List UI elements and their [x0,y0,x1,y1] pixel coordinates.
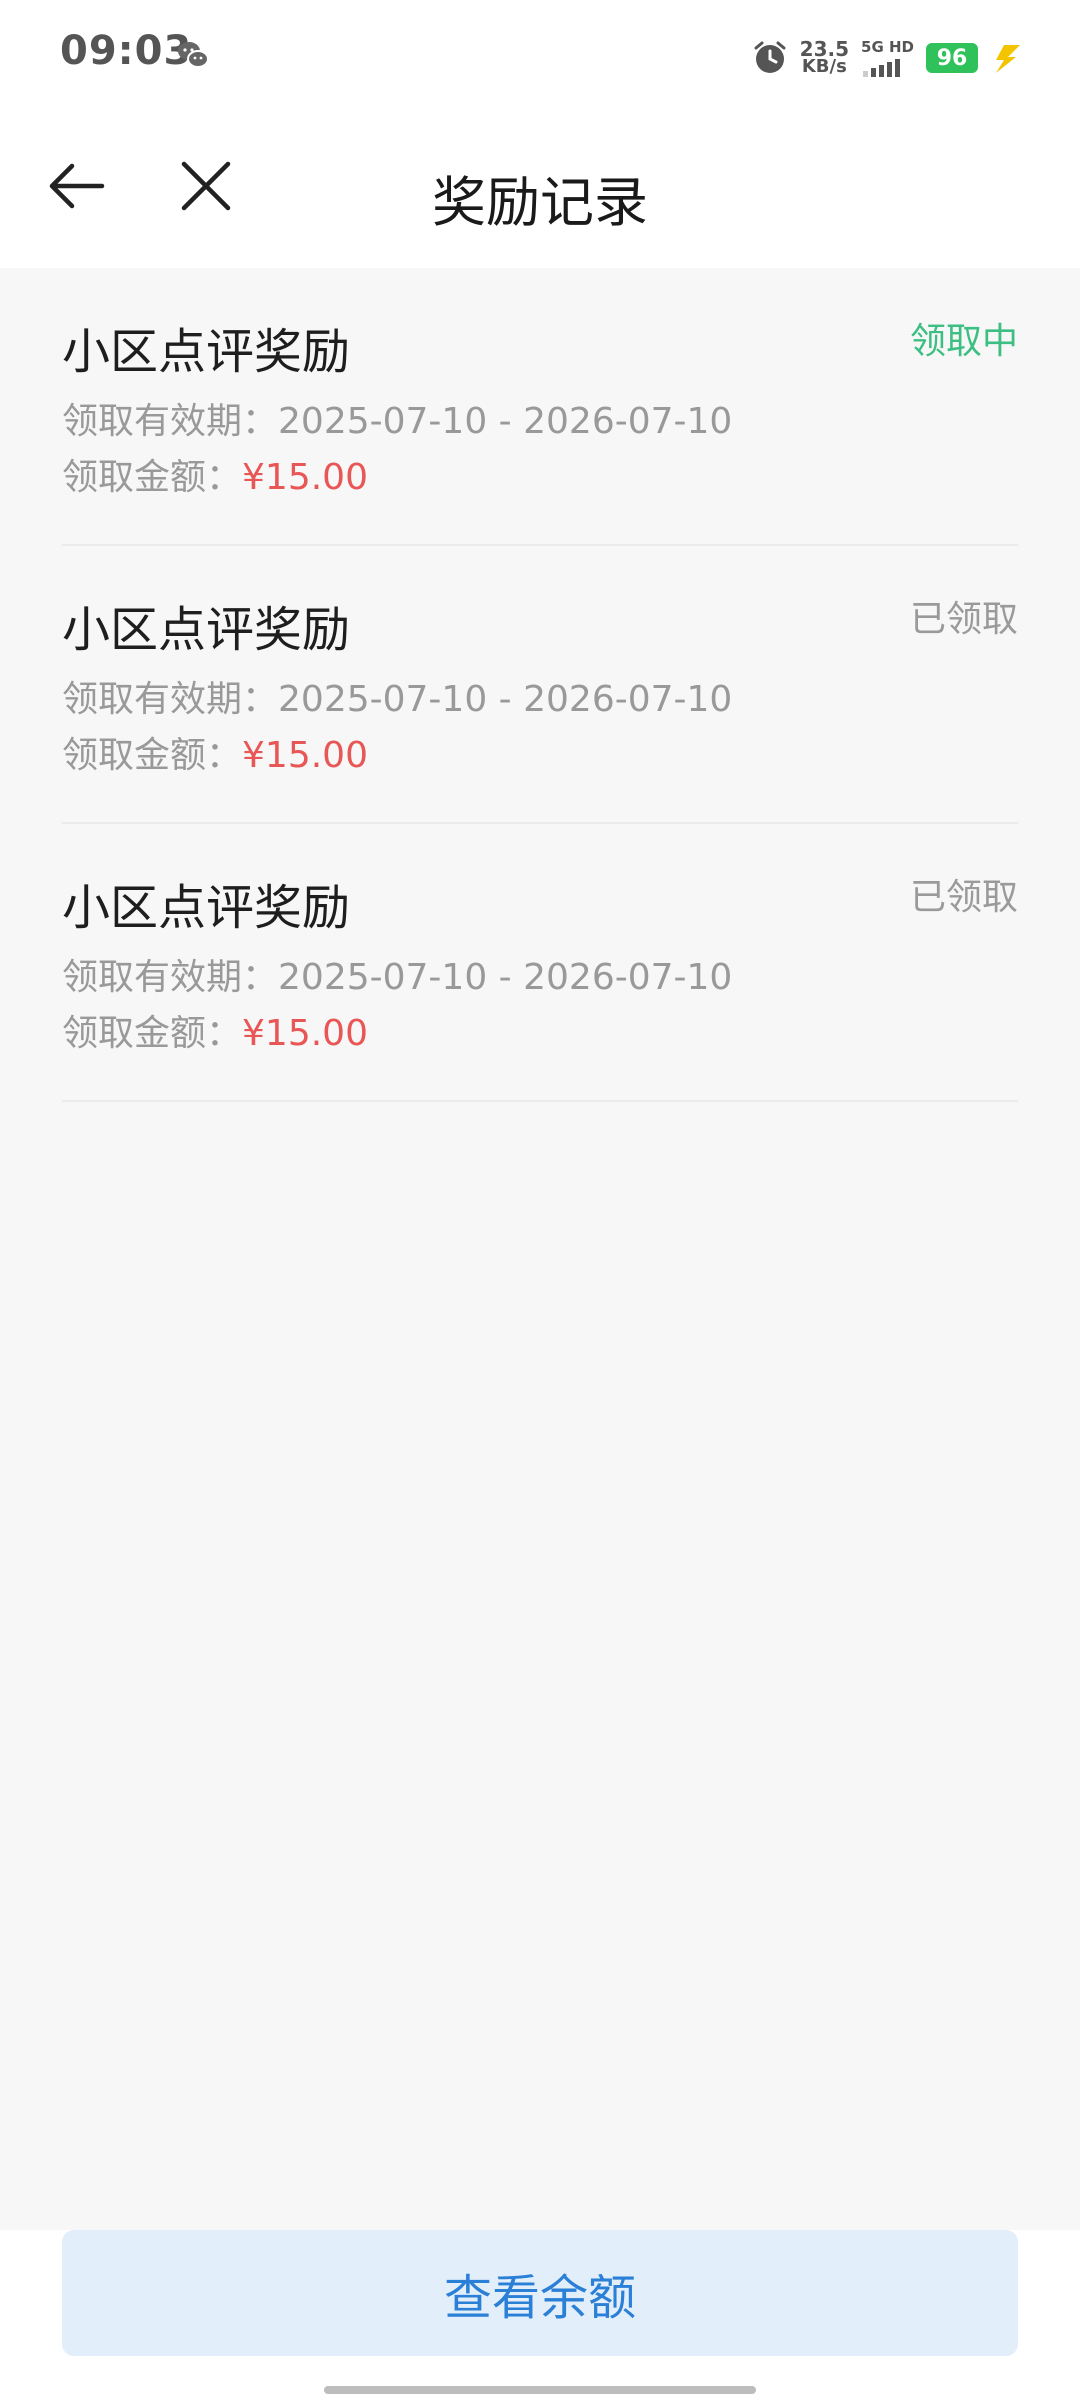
wechat-icon [178,42,209,68]
validity-value: 2025-07-10 - 2026-07-10 [278,679,733,720]
nav-bar: 奖励记录 [0,110,1080,269]
reward-record[interactable]: 小区点评奖励 已领取 领取有效期：2025-07-10 - 2026-07-10… [62,546,1018,824]
record-title: 小区点评奖励 [62,602,351,658]
network-label: 5G HD [861,38,914,56]
validity-value: 2025-07-10 - 2026-07-10 [278,401,733,442]
record-amount: 领取金额：¥15.00 [62,1004,368,1056]
amount-value: ¥15.00 [242,735,368,776]
record-validity: 领取有效期：2025-07-10 - 2026-07-10 [62,670,732,722]
network-indicator: 5G HD [861,39,914,77]
record-title: 小区点评奖励 [62,324,351,380]
status-time: 09:03 [60,28,193,74]
record-status: 已领取 [909,877,1018,918]
record-status: 领取中 [909,321,1018,362]
record-title: 小区点评奖励 [62,880,351,936]
reward-record[interactable]: 小区点评奖励 领取中 领取有效期：2025-07-10 - 2026-07-10… [62,268,1018,546]
record-amount: 领取金额：¥15.00 [62,726,368,778]
network-speed-unit: KB/s [801,56,847,77]
status-icons: 23.5 KB/s 5G HD 96 [752,30,1024,86]
validity-label: 领取有效期： [62,957,279,998]
network-speed: 23.5 KB/s [800,39,849,77]
amount-value: ¥15.00 [242,457,368,498]
record-status: 已领取 [909,599,1018,640]
record-validity: 领取有效期：2025-07-10 - 2026-07-10 [62,948,732,1000]
records-list: 小区点评奖励 领取中 领取有效期：2025-07-10 - 2026-07-10… [0,268,1080,2230]
amount-value: ¥15.00 [242,1013,368,1054]
record-amount: 领取金额：¥15.00 [62,448,368,500]
amount-label: 领取金额： [62,1013,243,1054]
validity-label: 领取有效期： [62,401,279,442]
view-balance-button[interactable]: 查看余额 [62,2230,1018,2356]
reward-record[interactable]: 小区点评奖励 已领取 领取有效期：2025-07-10 - 2026-07-10… [62,824,1018,1102]
validity-value: 2025-07-10 - 2026-07-10 [278,957,733,998]
signal-icon [863,59,901,77]
status-bar: 09:03 23.5 KB/s 5G HD 96 [0,0,1080,110]
page-title: 奖励记录 [432,171,648,234]
amount-label: 领取金额： [62,457,243,498]
record-validity: 领取有效期：2025-07-10 - 2026-07-10 [62,392,732,444]
alarm-icon [754,41,786,73]
amount-label: 领取金额： [62,735,243,776]
bottom-bar: 查看余额 [0,2230,1080,2400]
home-indicator[interactable] [324,2386,756,2394]
validity-label: 领取有效期： [62,679,279,720]
charging-icon [996,45,1020,73]
battery-icon: 96 [926,43,978,73]
